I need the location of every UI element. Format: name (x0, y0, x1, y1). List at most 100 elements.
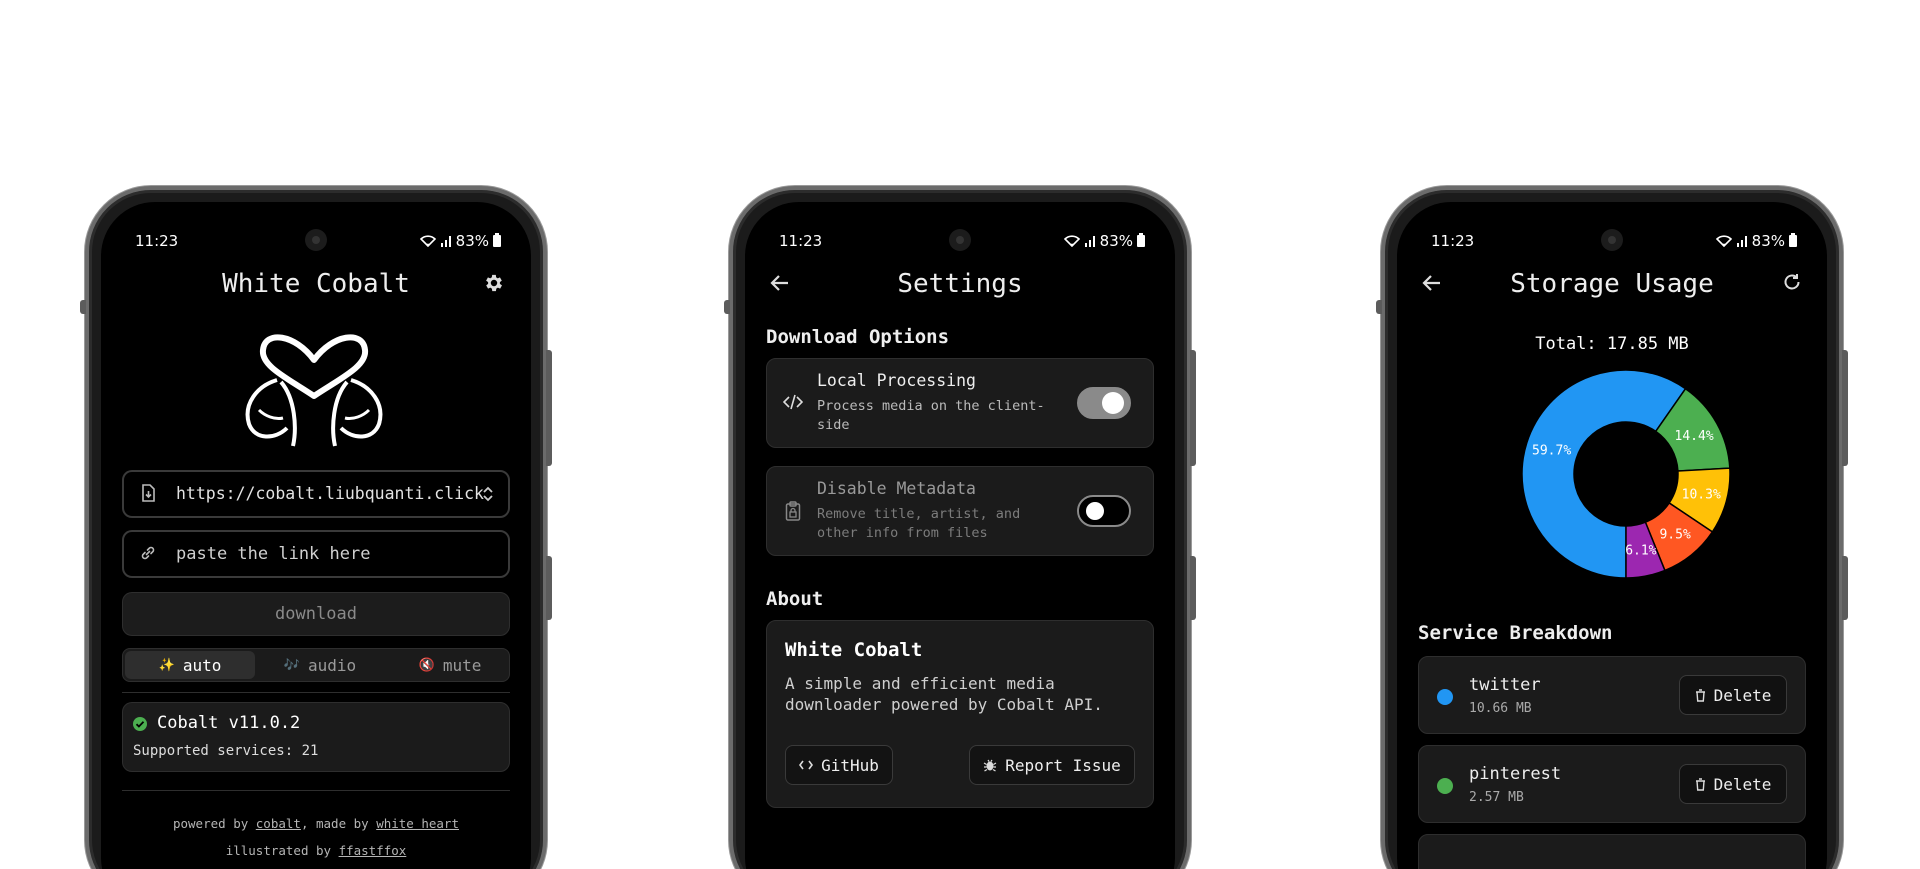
service-name: pinterest (1469, 764, 1562, 784)
battery-percent: 83% (455, 232, 489, 250)
page-title: Storage Usage (1510, 269, 1714, 299)
service-row-twitter: twitter 10.66 MB Delete (1418, 656, 1806, 734)
signal-icon (440, 236, 451, 247)
donut-slice-label: 9.5% (1659, 528, 1690, 543)
battery-percent: 83% (1099, 232, 1133, 250)
wifi-icon (1715, 235, 1732, 247)
service-row-partial (1418, 834, 1806, 869)
mode-auto-button[interactable]: ✨ auto (125, 651, 255, 679)
file-download-icon (138, 484, 158, 504)
download-label: download (275, 604, 357, 624)
local-processing-desc: Process media on the client-side (817, 398, 1045, 433)
page-title: White Cobalt (222, 269, 410, 299)
settings-screen: 11:23 83% Settings Download Options Loca… (745, 202, 1175, 869)
instance-url: https://cobalt.liubquanti.click (176, 484, 484, 503)
status-bar: 11:23 83% (135, 232, 501, 252)
local-processing-toggle[interactable] (1077, 387, 1131, 419)
disable-metadata-setting[interactable]: Disable Metadata Remove title, artist, a… (766, 466, 1154, 556)
author-link[interactable]: white heart (376, 816, 459, 831)
version-card: Cobalt v11.0.2 Supported services: 21 (122, 702, 510, 772)
phone-storage: 11:23 83% Storage Usage Total: 17.85 MB … (1376, 186, 1848, 869)
version-text: Cobalt v11.0.2 (157, 713, 301, 733)
divider (122, 790, 510, 791)
storage-total: Total: 17.85 MB (1535, 334, 1689, 354)
report-issue-button[interactable]: Report Issue (969, 745, 1135, 785)
service-name: twitter (1469, 675, 1541, 695)
code-icon (799, 760, 814, 770)
signal-icon (1084, 236, 1095, 247)
service-color-dot (1437, 778, 1453, 794)
chevron-up-down-icon (482, 484, 494, 508)
delete-pinterest-button[interactable]: Delete (1679, 764, 1787, 804)
donut-slice-label: 10.3% (1682, 488, 1721, 503)
divider (122, 692, 510, 693)
storage-donut-chart: 59.7% 14.4% 10.3% 9.5%6.1% (1521, 369, 1731, 579)
status-time: 11:23 (135, 232, 179, 250)
trash-icon (1695, 777, 1705, 791)
about-app-name: White Cobalt (785, 639, 923, 661)
battery-icon (1137, 233, 1145, 247)
local-processing-title: Local Processing (817, 371, 976, 390)
about-description: A simple and efficient media downloader … (785, 674, 1103, 714)
check-circle-icon (133, 717, 147, 731)
signal-icon (1736, 236, 1747, 247)
about-card: White Cobalt A simple and efficient medi… (766, 620, 1154, 808)
storage-screen: 11:23 83% Storage Usage Total: 17.85 MB … (1397, 202, 1827, 869)
disable-metadata-toggle[interactable] (1077, 495, 1131, 527)
mode-auto-label: auto (182, 655, 222, 675)
cobalt-heart-logo (245, 334, 383, 447)
gear-icon[interactable] (481, 272, 507, 298)
refresh-icon[interactable] (1779, 272, 1805, 298)
status-time: 11:23 (1431, 232, 1475, 250)
download-button[interactable]: download (122, 592, 510, 636)
service-row-pinterest: pinterest 2.57 MB Delete (1418, 745, 1806, 823)
donut-slice-label: 6.1% (1625, 544, 1656, 559)
delete-twitter-button[interactable]: Delete (1679, 675, 1787, 715)
service-breakdown-title: Service Breakdown (1418, 622, 1613, 644)
link-input[interactable]: paste the link here (122, 530, 510, 578)
about-title: About (766, 588, 824, 610)
phone-home: 11:23 83% White Cobalt https://cobalt.li… (80, 186, 552, 869)
page-title: Settings (897, 269, 1023, 299)
service-size: 2.57 MB (1469, 790, 1524, 805)
music-notes-icon: 🎶 (283, 657, 300, 673)
mute-icon: 🔇 (418, 657, 435, 673)
github-label: GitHub (821, 755, 879, 775)
instance-selector[interactable]: https://cobalt.liubquanti.click (122, 470, 510, 518)
disable-metadata-title: Disable Metadata (817, 479, 976, 498)
bug-icon (983, 759, 997, 772)
donut-slice-label: 14.4% (1675, 429, 1714, 444)
local-processing-setting[interactable]: Local Processing Process media on the cl… (766, 358, 1154, 448)
supported-services: Supported services: 21 (133, 743, 319, 759)
status-bar: 11:23 83% (779, 232, 1145, 252)
disable-metadata-desc: Remove title, artist, and other info fro… (817, 506, 1021, 541)
download-options-title: Download Options (766, 326, 950, 348)
clipboard-lock-icon (785, 501, 801, 525)
illustrator-link[interactable]: ffastffox (339, 843, 407, 858)
sparkles-icon: ✨ (158, 657, 175, 673)
mode-audio-button[interactable]: 🎶 audio (255, 651, 385, 679)
github-button[interactable]: GitHub (785, 745, 893, 785)
trash-icon (1695, 688, 1705, 702)
wifi-icon (419, 235, 436, 247)
battery-percent: 83% (1751, 232, 1785, 250)
code-icon (782, 393, 804, 415)
cobalt-link[interactable]: cobalt (256, 816, 301, 831)
mode-mute-label: mute (442, 655, 482, 675)
mode-audio-label: audio (308, 655, 357, 675)
service-color-dot (1437, 689, 1453, 705)
home-screen: 11:23 83% White Cobalt https://cobalt.li… (101, 202, 531, 869)
status-time: 11:23 (779, 232, 823, 250)
battery-icon (493, 233, 501, 247)
link-placeholder: paste the link here (176, 544, 371, 564)
mode-mute-button[interactable]: 🔇 mute (385, 651, 515, 679)
wifi-icon (1063, 235, 1080, 247)
report-issue-label: Report Issue (1005, 755, 1121, 775)
link-icon (138, 544, 158, 564)
service-size: 10.66 MB (1469, 701, 1532, 716)
donut-slice-label: 59.7% (1532, 444, 1571, 459)
mode-switcher: ✨ auto 🎶 audio 🔇 mute (122, 648, 510, 682)
footer: powered by cobalt, made by white heart i… (172, 816, 459, 858)
phone-settings: 11:23 83% Settings Download Options Loca… (724, 186, 1196, 869)
battery-icon (1789, 233, 1797, 247)
